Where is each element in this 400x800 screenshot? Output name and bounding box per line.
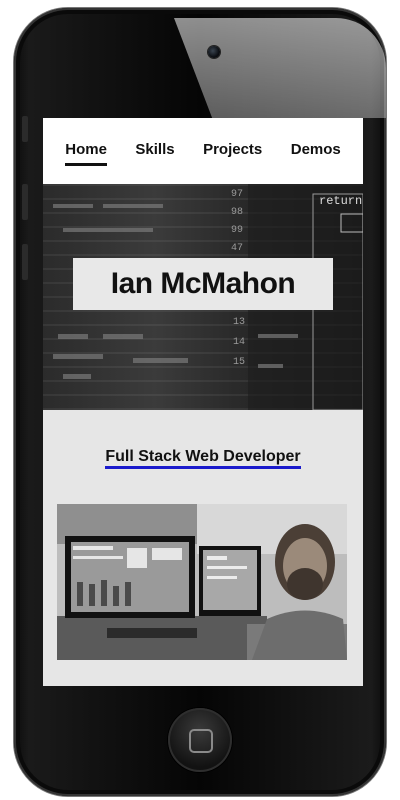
phone-screen: Home Skills Projects Demos return 97 98 … <box>43 118 363 686</box>
nav-home[interactable]: Home <box>65 141 107 166</box>
volume-up-button <box>22 184 28 220</box>
nav-demos[interactable]: Demos <box>291 141 341 162</box>
mute-switch <box>22 116 28 142</box>
photo-illustration <box>57 504 347 660</box>
home-square-icon <box>189 729 213 753</box>
top-nav: Home Skills Projects Demos <box>43 118 363 184</box>
about-section: Full Stack Web Developer <box>43 410 363 686</box>
code-text: return <box>319 194 362 208</box>
svg-text:15: 15 <box>233 357 245 368</box>
profile-photo <box>57 504 347 660</box>
nav-projects[interactable]: Projects <box>203 141 262 162</box>
subtitle-wrap: Full Stack Web Developer <box>43 448 363 469</box>
svg-text:99: 99 <box>231 225 243 236</box>
svg-text:47: 47 <box>231 243 243 254</box>
svg-text:98: 98 <box>231 207 243 218</box>
hero-banner: return 97 98 99 47 48 13 14 15 <box>43 184 363 410</box>
hero-title-box: Ian McMahon <box>73 258 333 310</box>
front-camera-icon <box>208 46 220 58</box>
home-button[interactable] <box>168 708 232 772</box>
hero-name: Ian McMahon <box>110 267 296 300</box>
subtitle-link[interactable]: Full Stack Web Developer <box>105 448 301 469</box>
phone-glare <box>174 18 386 118</box>
svg-text:13: 13 <box>233 317 245 328</box>
svg-text:97: 97 <box>231 189 243 200</box>
nav-skills[interactable]: Skills <box>135 141 174 162</box>
volume-down-button <box>22 244 28 280</box>
svg-text:14: 14 <box>233 337 245 348</box>
